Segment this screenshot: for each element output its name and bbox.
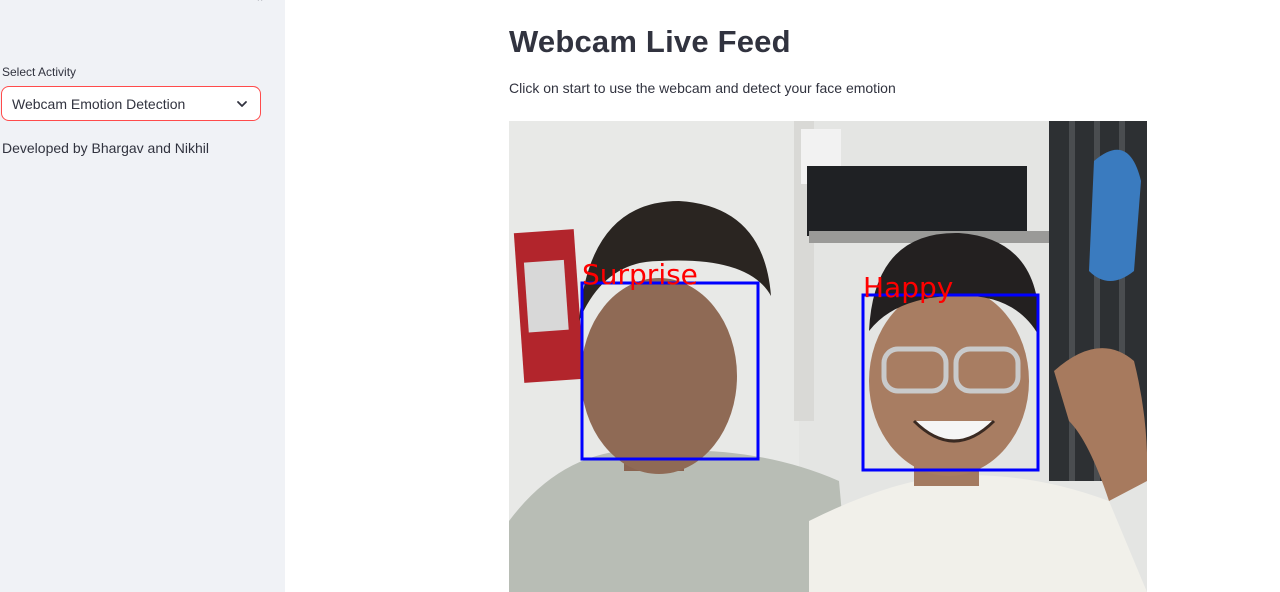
page-subtitle: Click on start to use the webcam and det… — [509, 80, 896, 96]
activity-select-value: Webcam Emotion Detection — [12, 96, 186, 112]
webcam-video-feed: Surprise Happy — [509, 121, 1147, 592]
webcam-frame: Surprise Happy — [509, 121, 1147, 592]
page-title: Webcam Live Feed — [509, 24, 791, 59]
sidebar: ‹‹ Select Activity Webcam Emotion Detect… — [0, 0, 285, 592]
select-activity-label: Select Activity — [2, 65, 77, 79]
detection-label-happy: Happy — [863, 271, 953, 304]
collapse-icon[interactable]: ‹‹ — [256, 0, 270, 4]
chevron-down-icon — [237, 101, 247, 107]
activity-select[interactable]: Webcam Emotion Detection — [1, 86, 261, 121]
developer-credit: Developed by Bhargav and Nikhil — [2, 140, 210, 156]
detection-label-surprise: Surprise — [582, 258, 698, 291]
main-content: Webcam Live Feed Click on start to use t… — [285, 0, 1280, 592]
